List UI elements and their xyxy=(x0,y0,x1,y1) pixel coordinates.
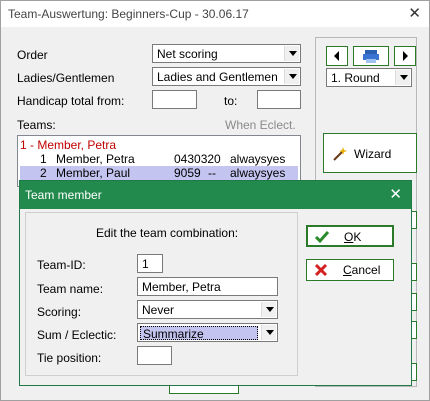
team-member-row-selected[interactable]: 2 Member, Paul 9059 -- alwaysyes xyxy=(20,166,298,180)
cross-icon xyxy=(314,263,328,277)
previous-button[interactable] xyxy=(326,46,348,66)
sum-eclectic-label: Sum / Eclectic: xyxy=(37,328,117,342)
member-flag: alwaysyes xyxy=(230,166,286,180)
ladies-gentlemen-value: Ladies and Gentlemen xyxy=(157,70,278,84)
ok-button[interactable]: OK xyxy=(306,225,394,247)
member-flag: alwaysyes xyxy=(230,152,286,166)
ladies-gentlemen-select[interactable]: Ladies and Gentlemen xyxy=(152,67,301,86)
member-name: Member, Petra xyxy=(56,152,135,166)
wizard-button[interactable]: Wizard xyxy=(323,133,417,173)
cancel-button[interactable]: Cancel xyxy=(306,259,394,281)
ok-label: OK xyxy=(344,230,362,244)
member-name: Member, Paul xyxy=(56,166,131,180)
handicap-to-label: to: xyxy=(224,94,238,108)
member-num: 2 xyxy=(40,166,47,180)
sum-eclectic-select[interactable]: Summarize xyxy=(137,323,278,342)
dialog-title: Team member xyxy=(25,188,102,202)
tie-position-label: Tie position: xyxy=(37,351,102,365)
member-hcp: 0430320 xyxy=(174,152,221,166)
chevron-down-icon[interactable] xyxy=(284,46,299,61)
scoring-select-value: Never xyxy=(142,303,175,317)
order-select-value: Net scoring xyxy=(157,47,218,61)
scoring-select[interactable]: Never xyxy=(137,300,278,319)
next-button[interactable] xyxy=(394,46,416,66)
team-id-input[interactable]: 1 xyxy=(137,254,163,273)
window-title: Team-Auswertung: Beginners-Cup - 30.06.1… xyxy=(8,7,249,21)
dialog-heading: Edit the team combination: xyxy=(96,226,239,240)
printer-icon xyxy=(363,50,379,63)
teams-label: Teams: xyxy=(17,118,56,132)
order-select[interactable]: Net scoring xyxy=(152,44,301,63)
order-label: Order xyxy=(17,48,48,62)
handicap-from-input[interactable] xyxy=(152,90,197,109)
when-eclect-label: When Eclect. xyxy=(225,118,296,132)
team-member-dialog: Team member ✕ Edit the team combination:… xyxy=(19,180,412,386)
team-header-row[interactable]: 1 - Member, Petra xyxy=(20,138,298,152)
print-button[interactable] xyxy=(353,46,389,66)
round-select[interactable]: 1. Round xyxy=(326,68,412,87)
chevron-down-icon[interactable] xyxy=(261,325,276,340)
window-titlebar: Team-Auswertung: Beginners-Cup - 30.06.1… xyxy=(1,1,429,27)
ladies-gentlemen-label: Ladies/Gentlemen xyxy=(17,71,115,85)
arrow-left-icon xyxy=(334,51,339,61)
member-hcp: 9059 xyxy=(174,166,201,180)
team-name-input[interactable]: Member, Petra xyxy=(137,277,278,296)
chevron-down-icon[interactable] xyxy=(261,302,276,317)
magic-wand-icon xyxy=(333,147,347,161)
dialog-close-icon[interactable]: ✕ xyxy=(389,185,402,203)
cancel-label: Cancel xyxy=(343,263,381,277)
member-num: 1 xyxy=(40,152,47,166)
round-select-value: 1. Round xyxy=(331,71,380,85)
wizard-label: Wizard xyxy=(354,147,392,161)
handicap-to-input[interactable] xyxy=(257,90,301,109)
scoring-label: Scoring: xyxy=(37,305,82,319)
window-close-icon[interactable]: ✕ xyxy=(408,4,421,22)
team-id-label: Team-ID: xyxy=(37,258,86,272)
team-member-row[interactable]: 1 Member, Petra 0430320 alwaysyes xyxy=(20,152,298,166)
checkmark-icon xyxy=(314,231,330,244)
sum-eclectic-select-value: Summarize xyxy=(140,326,258,341)
dialog-titlebar: Team member ✕ xyxy=(20,181,411,209)
team-header-text: 1 - Member, Petra xyxy=(20,138,117,152)
member-dash: -- xyxy=(208,166,216,180)
chevron-down-icon[interactable] xyxy=(284,69,299,84)
team-evaluation-window: Team-Auswertung: Beginners-Cup - 30.06.1… xyxy=(0,0,430,401)
team-name-label: Team name: xyxy=(37,282,104,296)
arrow-right-icon xyxy=(403,51,408,61)
chevron-down-icon[interactable] xyxy=(395,70,410,85)
tie-position-input[interactable] xyxy=(137,346,172,365)
handicap-total-label: Handicap total from: xyxy=(17,94,125,108)
